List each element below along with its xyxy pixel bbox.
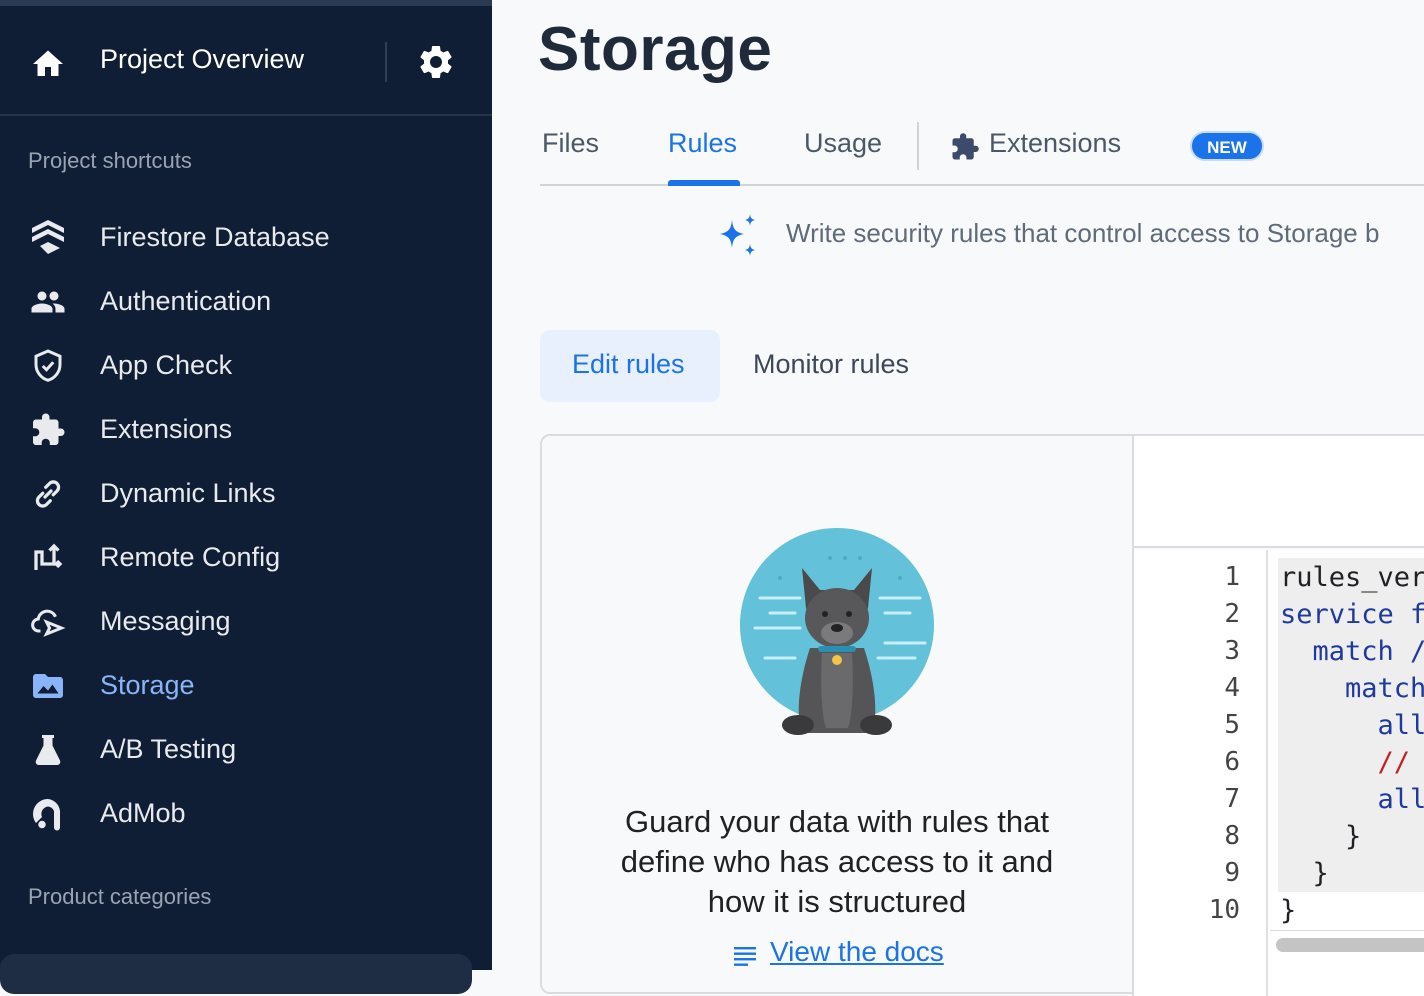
admob-icon bbox=[33, 799, 61, 831]
line-number: 4 bbox=[1224, 673, 1240, 703]
code-line: // bbox=[1280, 747, 1411, 778]
link-icon bbox=[35, 480, 61, 508]
cloud-send-icon bbox=[31, 609, 66, 637]
sidebar-item-label: Storage bbox=[100, 670, 195, 700]
code-line: } bbox=[1280, 858, 1329, 889]
docs-list-icon[interactable] bbox=[734, 946, 756, 966]
sidebar-item-storage[interactable]: Storage bbox=[0, 658, 492, 714]
sidebar: Project Overview Project shortcuts Fires… bbox=[0, 0, 492, 994]
sparkle-icon bbox=[720, 214, 755, 256]
image-folder-icon bbox=[33, 674, 63, 698]
guard-headline-line: how it is structured bbox=[707, 884, 967, 919]
firestore-icon bbox=[32, 220, 64, 254]
guard-headline: Guard your data with rules that define w… bbox=[582, 802, 1092, 922]
code-line: } bbox=[1280, 821, 1362, 852]
shield-icon bbox=[34, 349, 62, 382]
tab-separator bbox=[917, 122, 919, 170]
rules-editor[interactable]: 1 2 3 4 5 6 7 8 9 10 rules_ver service f… bbox=[1134, 550, 1424, 996]
tab-bar: Files Rules Usage Extensions NEW bbox=[540, 110, 1424, 186]
subtab-monitor-rules[interactable]: Monitor rules bbox=[753, 349, 909, 380]
line-number: 9 bbox=[1224, 858, 1240, 888]
tab-files[interactable]: Files bbox=[542, 128, 599, 159]
project-shortcuts-label: Project shortcuts bbox=[28, 148, 192, 173]
gear-icon[interactable] bbox=[416, 42, 456, 82]
puzzle-icon[interactable] bbox=[950, 132, 980, 162]
tab-usage[interactable]: Usage bbox=[804, 128, 882, 159]
line-number: 5 bbox=[1224, 710, 1240, 740]
sidebar-item-label: Remote Config bbox=[100, 542, 281, 572]
sidebar-item-admob[interactable]: AdMob bbox=[0, 786, 492, 842]
code-line: match bbox=[1280, 673, 1424, 704]
sidebar-item-authentication[interactable]: Authentication bbox=[0, 274, 492, 330]
page-title: Storage bbox=[538, 15, 773, 84]
sidebar-item-dynamic-links[interactable]: Dynamic Links bbox=[0, 466, 492, 522]
line-number: 8 bbox=[1224, 821, 1240, 851]
horizontal-scrollbar[interactable] bbox=[1276, 938, 1424, 952]
sidebar-item-app-check[interactable]: App Check bbox=[0, 338, 492, 394]
new-badge: NEW bbox=[1190, 131, 1264, 161]
code-line: } bbox=[1280, 895, 1297, 926]
product-categories-label: Product categories bbox=[28, 884, 212, 909]
people-icon bbox=[31, 291, 65, 313]
sidebar-item-extensions[interactable]: Extensions bbox=[0, 402, 492, 458]
rules-intro-panel: Guard your data with rules that define w… bbox=[542, 436, 1132, 996]
sidebar-item-messaging[interactable]: Messaging bbox=[0, 594, 492, 650]
main-content: Storage Files Rules Usage Extensions NEW… bbox=[492, 0, 1424, 996]
remote-config-icon bbox=[34, 543, 63, 570]
line-number: 10 bbox=[1208, 895, 1240, 925]
code-line: all bbox=[1280, 784, 1424, 815]
sidebar-item-label: Extensions bbox=[100, 414, 233, 444]
sidebar-item-label: AdMob bbox=[100, 798, 186, 828]
sidebar-item-label: App Check bbox=[100, 350, 233, 380]
sidebar-item-label: Authentication bbox=[100, 286, 272, 316]
tab-extensions[interactable]: Extensions bbox=[989, 128, 1121, 159]
sidebar-item-ab-testing[interactable]: A/B Testing bbox=[0, 722, 492, 778]
puzzle-icon bbox=[33, 413, 65, 445]
rules-card: Guard your data with rules that define w… bbox=[540, 434, 1424, 996]
line-number: 1 bbox=[1224, 562, 1240, 592]
sidebar-item-remote-config[interactable]: Remote Config bbox=[0, 530, 492, 586]
line-number: 7 bbox=[1224, 784, 1240, 814]
project-overview-row[interactable]: Project Overview bbox=[0, 6, 492, 116]
info-text: Write security rules that control access… bbox=[786, 218, 1380, 248]
sidebar-item-label: Dynamic Links bbox=[100, 478, 276, 508]
code-line: rules_ver bbox=[1280, 562, 1424, 593]
project-overview-label[interactable]: Project Overview bbox=[100, 44, 304, 75]
line-number-gutter: 1 2 3 4 5 6 7 8 9 10 bbox=[1134, 550, 1268, 996]
view-docs-link[interactable]: View the docs bbox=[770, 936, 944, 968]
tab-rules[interactable]: Rules bbox=[668, 128, 737, 159]
code-line: service f bbox=[1280, 599, 1424, 630]
code-line: all bbox=[1280, 710, 1424, 741]
subtab-edit-rules[interactable]: Edit rules bbox=[572, 349, 685, 380]
project-row-divider bbox=[385, 42, 387, 82]
line-number: 3 bbox=[1224, 636, 1240, 666]
guard-headline-line: Guard your data with rules that bbox=[625, 804, 1049, 839]
home-icon[interactable] bbox=[30, 46, 66, 82]
line-number: 2 bbox=[1224, 599, 1240, 629]
editor-toolbar bbox=[1134, 436, 1424, 548]
guard-headline-line: define who has access to it and bbox=[620, 844, 1054, 879]
line-number: 6 bbox=[1224, 747, 1240, 777]
sidebar-item-firestore-database[interactable]: Firestore Database bbox=[0, 210, 492, 266]
guard-dog-illustration bbox=[740, 528, 934, 735]
flask-icon bbox=[35, 735, 61, 765]
sidebar-item-label: A/B Testing bbox=[100, 734, 237, 764]
sidebar-category-item[interactable] bbox=[0, 954, 472, 994]
code-line: match / bbox=[1280, 636, 1424, 667]
active-tab-indicator bbox=[668, 180, 740, 186]
sidebar-item-label: Firestore Database bbox=[100, 222, 330, 252]
sidebar-item-label: Messaging bbox=[100, 606, 231, 636]
